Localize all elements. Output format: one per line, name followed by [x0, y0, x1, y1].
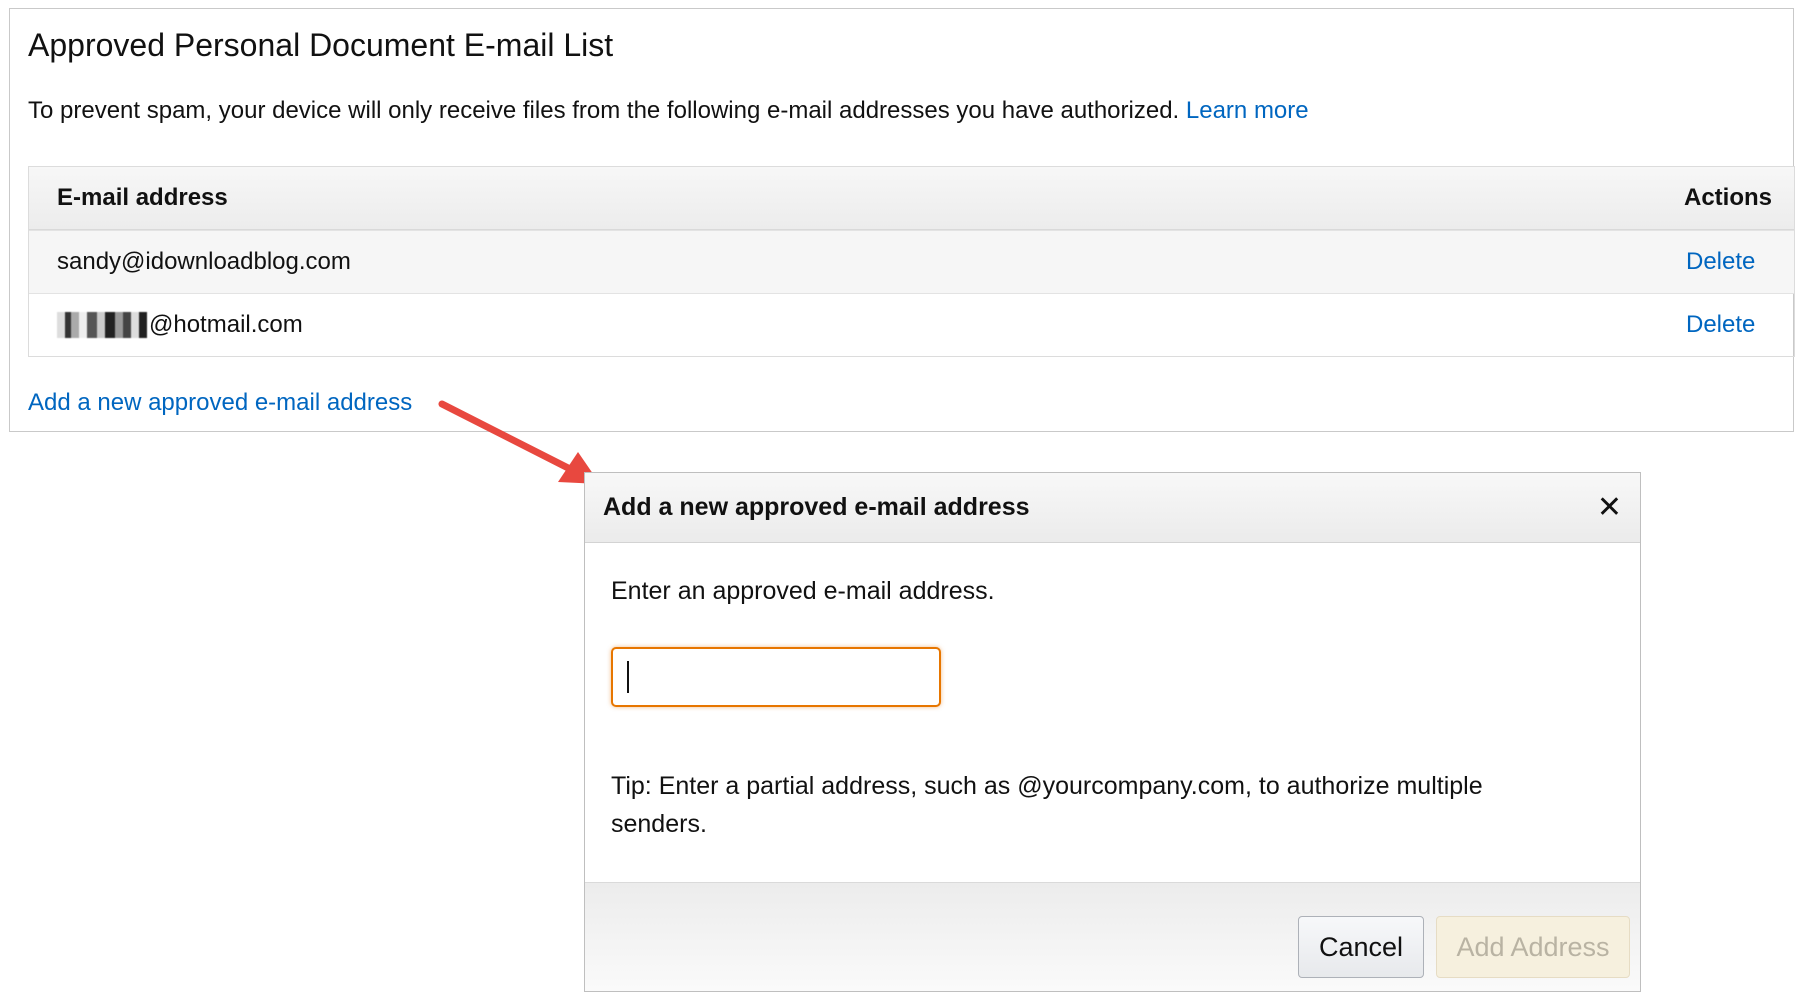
email-cell: sandy@idownloadblog.com — [57, 248, 351, 275]
dialog-title: Add a new approved e-mail address — [603, 493, 1030, 521]
learn-more-link[interactable]: Learn more — [1186, 97, 1309, 124]
dialog-prompt: Enter an approved e-mail address. — [611, 577, 995, 605]
table-row: sandy@idownloadblog.com Delete — [29, 230, 1794, 293]
dialog-tip: Tip: Enter a partial address, such as @y… — [611, 772, 1483, 838]
redacted-username — [57, 312, 147, 338]
add-email-link[interactable]: Add a new approved e-mail address — [28, 389, 412, 417]
text-cursor — [627, 661, 629, 693]
dialog-body: Enter an approved e-mail address. Tip: E… — [585, 543, 1640, 883]
dialog-header: Add a new approved e-mail address ✕ — [585, 473, 1640, 543]
column-header-email: E-mail address — [57, 184, 228, 211]
panel-title: Approved Personal Document E-mail List — [28, 27, 614, 63]
delete-link[interactable]: Delete — [1684, 311, 1794, 339]
delete-link[interactable]: Delete — [1684, 248, 1794, 276]
email-cell: @hotmail.com — [57, 311, 303, 339]
table-row: @hotmail.com Delete — [29, 293, 1794, 356]
add-email-dialog: Add a new approved e-mail address ✕ Ente… — [584, 472, 1641, 992]
table-header: E-mail address Actions — [29, 167, 1794, 230]
column-header-actions: Actions — [1684, 184, 1773, 211]
close-icon[interactable]: ✕ — [1597, 492, 1622, 523]
add-address-button[interactable]: Add Address — [1436, 916, 1630, 978]
intro-text: To prevent spam, your device will only r… — [28, 97, 1309, 125]
annotation-arrow-icon — [438, 400, 600, 484]
cancel-button[interactable]: Cancel — [1298, 916, 1424, 978]
screenshot-stage: Approved Personal Document E-mail List T… — [0, 0, 1800, 996]
approved-email-panel: Approved Personal Document E-mail List T… — [9, 8, 1795, 432]
email-input[interactable] — [611, 647, 941, 707]
email-table: E-mail address Actions sandy@idownloadbl… — [28, 166, 1795, 357]
dialog-footer: Cancel Add Address — [585, 882, 1640, 991]
intro-sentence: To prevent spam, your device will only r… — [28, 97, 1180, 124]
email-domain: @hotmail.com — [149, 311, 303, 338]
